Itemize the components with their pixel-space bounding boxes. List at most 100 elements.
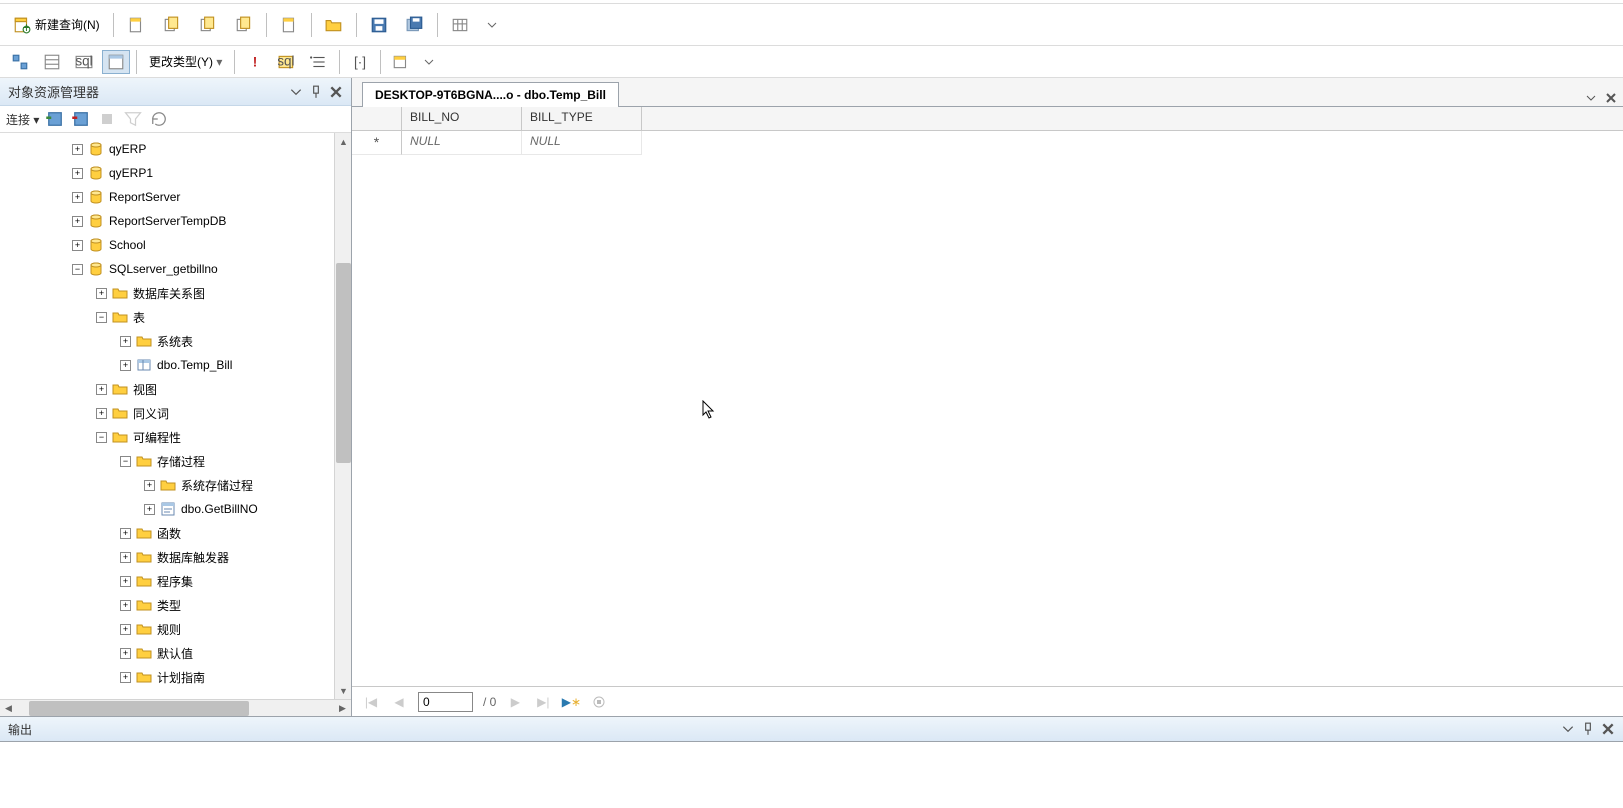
close-icon[interactable] <box>1601 722 1615 736</box>
tree-expander[interactable]: + <box>72 216 83 227</box>
nav-position-input[interactable] <box>418 692 473 712</box>
tree-expander[interactable]: − <box>72 264 83 275</box>
tree-expander[interactable]: + <box>144 480 155 491</box>
scroll-down-arrow[interactable]: ▼ <box>335 682 351 699</box>
column-header[interactable]: BILL_TYPE <box>522 107 642 130</box>
pin-icon[interactable] <box>1581 722 1595 736</box>
tree-node[interactable]: −SQLserver_getbillno <box>0 257 334 281</box>
grid-new-row[interactable]: * NULL NULL <box>352 131 1623 155</box>
change-type-dropdown[interactable]: 更改类型(Y) ▾ <box>143 51 228 72</box>
tree-expander[interactable]: + <box>120 360 131 371</box>
connect-dropdown[interactable]: 连接 ▾ <box>6 111 39 128</box>
tree-node[interactable]: +视图 <box>0 377 334 401</box>
scroll-up-arrow[interactable]: ▲ <box>335 133 351 150</box>
connect-icon[interactable] <box>45 109 65 129</box>
tree-node[interactable]: +qyERP <box>0 137 334 161</box>
tb2-btn-7[interactable] <box>305 50 333 74</box>
tree-expander[interactable]: + <box>120 552 131 563</box>
close-tab-icon[interactable] <box>1605 92 1617 104</box>
tree-expander[interactable]: − <box>96 312 107 323</box>
column-header[interactable]: BILL_NO <box>402 107 522 130</box>
tree-node[interactable]: +dbo.Temp_Bill <box>0 353 334 377</box>
cell-null[interactable]: NULL <box>522 131 642 155</box>
new-query-button[interactable]: + 新建查询(N) <box>6 11 107 39</box>
execute-button[interactable]: ! <box>241 50 269 74</box>
tree-node[interactable]: +数据库触发器 <box>0 545 334 569</box>
toolbar-btn-3[interactable] <box>192 11 224 39</box>
tb2-dropdown[interactable] <box>419 50 439 74</box>
toolbar-btn-2[interactable] <box>156 11 188 39</box>
tree-expander[interactable]: + <box>96 288 107 299</box>
tree-node[interactable]: +dbo.GetBillNO <box>0 497 334 521</box>
add-table-button[interactable] <box>387 50 415 74</box>
open-button[interactable] <box>318 11 350 39</box>
verify-sql-button[interactable]: sql <box>273 50 301 74</box>
tree-expander[interactable]: + <box>120 528 131 539</box>
toolbar-dropdown[interactable] <box>480 11 504 39</box>
grid-body[interactable]: * NULL NULL <box>352 131 1623 686</box>
tree-node[interactable]: +默认值 <box>0 641 334 665</box>
tree-expander[interactable]: − <box>120 456 131 467</box>
filter-icon[interactable] <box>123 109 143 129</box>
toolbar-btn-1[interactable] <box>120 11 152 39</box>
tree-node[interactable]: +ReportServer <box>0 185 334 209</box>
tree-node[interactable]: +规则 <box>0 617 334 641</box>
save-all-button[interactable] <box>399 11 431 39</box>
tree-scrollbar-vertical[interactable]: ▲ ▼ <box>334 133 351 699</box>
tab-active[interactable]: DESKTOP-9T6BGNA....o - dbo.Temp_Bill <box>362 82 619 107</box>
dropdown-icon[interactable] <box>289 85 303 99</box>
tree-node[interactable]: −可编程性 <box>0 425 334 449</box>
tree-expander[interactable]: + <box>96 408 107 419</box>
toolbar-btn-4[interactable] <box>228 11 260 39</box>
tb2-btn-2[interactable] <box>38 50 66 74</box>
refresh-icon[interactable] <box>149 109 169 129</box>
tree-expander[interactable]: + <box>96 384 107 395</box>
scroll-thumb[interactable] <box>336 263 351 463</box>
tree-expander[interactable]: + <box>72 192 83 203</box>
dropdown-icon[interactable] <box>1561 722 1575 736</box>
tree-node[interactable]: +函数 <box>0 521 334 545</box>
tree-expander[interactable]: + <box>72 144 83 155</box>
tree-node[interactable]: −存储过程 <box>0 449 334 473</box>
tree-expander[interactable]: + <box>120 576 131 587</box>
tree-expander[interactable]: + <box>120 600 131 611</box>
close-icon[interactable] <box>329 85 343 99</box>
tree-node[interactable]: +程序集 <box>0 569 334 593</box>
toolbar-btn-6[interactable] <box>444 11 476 39</box>
tree-expander[interactable]: + <box>72 240 83 251</box>
tree-expander[interactable]: + <box>144 504 155 515</box>
nav-new-button[interactable]: ▶∗ <box>562 693 580 711</box>
tree-node[interactable]: +School <box>0 233 334 257</box>
tree-node[interactable]: +ReportServerTempDB <box>0 209 334 233</box>
cell-null[interactable]: NULL <box>402 131 522 155</box>
scroll-left-arrow[interactable]: ◀ <box>0 700 17 717</box>
tree-expander[interactable]: + <box>120 624 131 635</box>
tree-node[interactable]: +计划指南 <box>0 665 334 689</box>
output-panel-body[interactable] <box>0 742 1623 782</box>
tree-view[interactable]: +qyERP+qyERP1+ReportServer+ReportServerT… <box>0 133 334 699</box>
tree-node[interactable]: +qyERP1 <box>0 161 334 185</box>
tree-expander[interactable]: + <box>120 672 131 683</box>
tree-expander[interactable]: + <box>120 648 131 659</box>
tb2-btn-4-active[interactable] <box>102 50 130 74</box>
tb2-btn-3[interactable]: sql <box>70 50 98 74</box>
scroll-thumb[interactable] <box>29 701 249 716</box>
tree-expander[interactable]: + <box>120 336 131 347</box>
tree-scrollbar-horizontal[interactable]: ◀ ▶ <box>0 699 351 716</box>
tree-node[interactable]: +系统表 <box>0 329 334 353</box>
tree-node[interactable]: −表 <box>0 305 334 329</box>
tree-expander[interactable]: − <box>96 432 107 443</box>
row-header-corner[interactable] <box>352 107 402 130</box>
tree-node[interactable]: +系统存储过程 <box>0 473 334 497</box>
tb2-btn-8[interactable]: [·] <box>346 50 374 74</box>
toolbar-btn-5[interactable] <box>273 11 305 39</box>
tree-node[interactable]: +数据库关系图 <box>0 281 334 305</box>
scroll-right-arrow[interactable]: ▶ <box>334 700 351 717</box>
tree-node[interactable]: +类型 <box>0 593 334 617</box>
save-button[interactable] <box>363 11 395 39</box>
disconnect-icon[interactable] <box>71 109 91 129</box>
pin-icon[interactable] <box>309 85 323 99</box>
dropdown-icon[interactable] <box>1585 92 1597 104</box>
tree-node[interactable]: +同义词 <box>0 401 334 425</box>
tree-expander[interactable]: + <box>72 168 83 179</box>
